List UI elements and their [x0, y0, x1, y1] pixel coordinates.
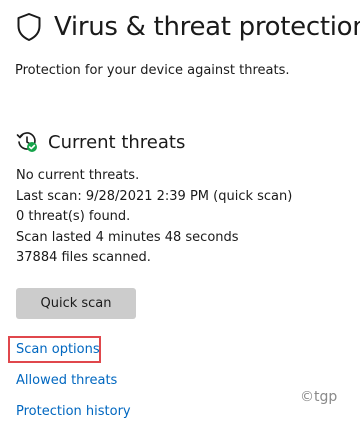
- virus-threat-protection-page: Virus & threat protection Protection for…: [0, 0, 360, 426]
- page-subtitle: Protection for your device against threa…: [15, 63, 290, 78]
- files-scanned-text: 37884 files scanned.: [16, 250, 151, 265]
- scan-status: No current threats. Last scan: 9/28/2021…: [16, 166, 292, 269]
- quick-scan-button[interactable]: Quick scan: [16, 288, 136, 319]
- scan-duration-text: Scan lasted 4 minutes 48 seconds: [16, 229, 239, 245]
- threats-found-text: 0 threat(s) found.: [16, 209, 131, 224]
- allowed-threats-link[interactable]: Allowed threats: [16, 373, 117, 388]
- protection-history-link[interactable]: Protection history: [16, 404, 131, 419]
- last-scan-text: Last scan: 9/28/2021 2:39 PM (quick scan…: [16, 188, 293, 204]
- current-threats-header: Current threats: [16, 131, 185, 153]
- watermark: ©tgp: [300, 389, 338, 405]
- page-header: Virus & threat protection: [16, 12, 360, 42]
- scan-options-link[interactable]: Scan options: [16, 342, 100, 357]
- page-title: Virus & threat protection: [54, 12, 360, 42]
- shield-icon: [17, 13, 41, 41]
- current-threats-title: Current threats: [48, 131, 186, 153]
- threat-clock-check-icon: [16, 132, 37, 152]
- threat-status-text: No current threats.: [16, 168, 140, 183]
